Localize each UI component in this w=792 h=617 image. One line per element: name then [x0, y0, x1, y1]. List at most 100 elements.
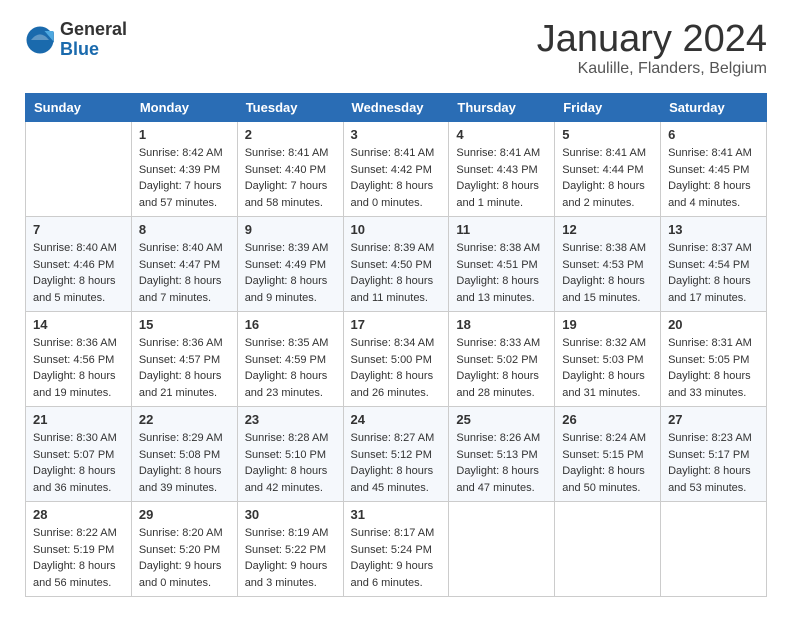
- header: General Blue January 2024 Kaulille, Flan…: [25, 20, 767, 78]
- month-title: January 2024: [537, 20, 767, 58]
- day-info: Sunrise: 8:28 AMSunset: 5:10 PMDaylight:…: [245, 430, 336, 496]
- calendar-cell: 19Sunrise: 8:32 AMSunset: 5:03 PMDayligh…: [555, 312, 661, 407]
- day-number: 23: [245, 412, 336, 427]
- day-number: 31: [351, 507, 442, 522]
- week-row-5: 28Sunrise: 8:22 AMSunset: 5:19 PMDayligh…: [26, 502, 767, 597]
- day-info: Sunrise: 8:36 AMSunset: 4:56 PMDaylight:…: [33, 335, 124, 401]
- day-number: 5: [562, 127, 653, 142]
- day-number: 12: [562, 222, 653, 237]
- calendar-cell: 30Sunrise: 8:19 AMSunset: 5:22 PMDayligh…: [237, 502, 343, 597]
- day-info: Sunrise: 8:30 AMSunset: 5:07 PMDaylight:…: [33, 430, 124, 496]
- day-info: Sunrise: 8:20 AMSunset: 5:20 PMDaylight:…: [139, 525, 230, 591]
- location: Kaulille, Flanders, Belgium: [537, 60, 767, 78]
- week-row-4: 21 Sunrise: 8:30 AMSunset: 5:07 PMDayligh…: [26, 407, 767, 502]
- day-number: 1: [139, 127, 230, 142]
- calendar-cell: 7 Sunrise: 8:40 AMSunset: 4:46 PMDaylight…: [26, 217, 132, 312]
- week-row-3: 14 Sunrise: 8:36 AMSunset: 4:56 PMDayligh…: [26, 312, 767, 407]
- day-info: Sunrise: 8:38 AMSunset: 4:51 PMDaylight:…: [456, 240, 547, 306]
- logo-icon: [25, 25, 55, 55]
- calendar-cell: 29Sunrise: 8:20 AMSunset: 5:20 PMDayligh…: [131, 502, 237, 597]
- day-number: 7: [33, 222, 124, 237]
- calendar-cell: 10Sunrise: 8:39 AMSunset: 4:50 PMDayligh…: [343, 217, 449, 312]
- day-info: Sunrise: 8:26 AMSunset: 5:13 PMDaylight:…: [456, 430, 547, 496]
- calendar-cell: 12 Sunrise: 8:38 AMSunset: 4:53 PMDayligh…: [555, 217, 661, 312]
- day-info: Sunrise: 8:27 AMSunset: 5:12 PMDaylight:…: [351, 430, 442, 496]
- logo-blue: Blue: [60, 40, 127, 60]
- calendar-cell: 25 Sunrise: 8:26 AMSunset: 5:13 PMDayligh…: [449, 407, 555, 502]
- day-number: 14: [33, 317, 124, 332]
- calendar-cell: 3 Sunrise: 8:41 AMSunset: 4:42 PMDaylight…: [343, 122, 449, 217]
- calendar-cell: 13 Sunrise: 8:37 AMSunset: 4:54 PMDayligh…: [661, 217, 767, 312]
- day-info: Sunrise: 8:37 AMSunset: 4:54 PMDaylight:…: [668, 240, 759, 306]
- day-info: Sunrise: 8:17 AMSunset: 5:24 PMDaylight:…: [351, 525, 442, 591]
- calendar-cell: 18 Sunrise: 8:33 AMSunset: 5:02 PMDayligh…: [449, 312, 555, 407]
- logo-general: General: [60, 20, 127, 40]
- day-number: 18: [456, 317, 547, 332]
- col-tuesday: Tuesday: [237, 94, 343, 122]
- calendar-cell: 8 Sunrise: 8:40 AMSunset: 4:47 PMDaylight…: [131, 217, 237, 312]
- day-number: 15: [139, 317, 230, 332]
- calendar-cell: 20Sunrise: 8:31 AMSunset: 5:05 PMDayligh…: [661, 312, 767, 407]
- calendar-cell: 21 Sunrise: 8:30 AMSunset: 5:07 PMDayligh…: [26, 407, 132, 502]
- calendar-cell: 6Sunrise: 8:41 AMSunset: 4:45 PMDaylight…: [661, 122, 767, 217]
- calendar-cell: 28Sunrise: 8:22 AMSunset: 5:19 PMDayligh…: [26, 502, 132, 597]
- day-info: Sunrise: 8:39 AMSunset: 4:49 PMDaylight:…: [245, 240, 336, 306]
- day-number: 21: [33, 412, 124, 427]
- day-number: 30: [245, 507, 336, 522]
- logo-text: General Blue: [60, 20, 127, 60]
- header-row: Sunday Monday Tuesday Wednesday Thursday…: [26, 94, 767, 122]
- week-row-2: 7 Sunrise: 8:40 AMSunset: 4:46 PMDaylight…: [26, 217, 767, 312]
- day-info: Sunrise: 8:24 AMSunset: 5:15 PMDaylight:…: [562, 430, 653, 496]
- calendar-cell: 24 Sunrise: 8:27 AMSunset: 5:12 PMDayligh…: [343, 407, 449, 502]
- day-number: 11: [456, 222, 547, 237]
- calendar-cell: 16 Sunrise: 8:35 AMSunset: 4:59 PMDayligh…: [237, 312, 343, 407]
- calendar-cell: 5Sunrise: 8:41 AMSunset: 4:44 PMDaylight…: [555, 122, 661, 217]
- day-info: Sunrise: 8:23 AMSunset: 5:17 PMDaylight:…: [668, 430, 759, 496]
- day-number: 4: [456, 127, 547, 142]
- day-info: Sunrise: 8:38 AMSunset: 4:53 PMDaylight:…: [562, 240, 653, 306]
- calendar-cell: 1Sunrise: 8:42 AMSunset: 4:39 PMDaylight…: [131, 122, 237, 217]
- logo: General Blue: [25, 20, 127, 60]
- col-sunday: Sunday: [26, 94, 132, 122]
- col-monday: Monday: [131, 94, 237, 122]
- day-info: Sunrise: 8:41 AMSunset: 4:42 PMDaylight:…: [351, 145, 442, 211]
- calendar-cell: [555, 502, 661, 597]
- day-info: Sunrise: 8:41 AMSunset: 4:45 PMDaylight:…: [668, 145, 759, 211]
- col-saturday: Saturday: [661, 94, 767, 122]
- calendar-cell: 22 Sunrise: 8:29 AMSunset: 5:08 PMDayligh…: [131, 407, 237, 502]
- day-number: 22: [139, 412, 230, 427]
- col-wednesday: Wednesday: [343, 94, 449, 122]
- calendar-cell: [449, 502, 555, 597]
- calendar-cell: 4Sunrise: 8:41 AMSunset: 4:43 PMDaylight…: [449, 122, 555, 217]
- calendar-cell: 9 Sunrise: 8:39 AMSunset: 4:49 PMDaylight…: [237, 217, 343, 312]
- day-number: 20: [668, 317, 759, 332]
- title-section: January 2024 Kaulille, Flanders, Belgium: [537, 20, 767, 78]
- day-number: 16: [245, 317, 336, 332]
- day-info: Sunrise: 8:40 AMSunset: 4:46 PMDaylight:…: [33, 240, 124, 306]
- day-number: 25: [456, 412, 547, 427]
- day-number: 28: [33, 507, 124, 522]
- day-info: Sunrise: 8:33 AMSunset: 5:02 PMDaylight:…: [456, 335, 547, 401]
- calendar-header: Sunday Monday Tuesday Wednesday Thursday…: [26, 94, 767, 122]
- calendar-body: 1Sunrise: 8:42 AMSunset: 4:39 PMDaylight…: [26, 122, 767, 597]
- day-info: Sunrise: 8:35 AMSunset: 4:59 PMDaylight:…: [245, 335, 336, 401]
- day-number: 24: [351, 412, 442, 427]
- day-info: Sunrise: 8:29 AMSunset: 5:08 PMDaylight:…: [139, 430, 230, 496]
- day-number: 27: [668, 412, 759, 427]
- calendar-cell: 23 Sunrise: 8:28 AMSunset: 5:10 PMDayligh…: [237, 407, 343, 502]
- calendar-cell: 14 Sunrise: 8:36 AMSunset: 4:56 PMDayligh…: [26, 312, 132, 407]
- day-number: 26: [562, 412, 653, 427]
- day-number: 9: [245, 222, 336, 237]
- day-number: 10: [351, 222, 442, 237]
- calendar-cell: 27 Sunrise: 8:23 AMSunset: 5:17 PMDayligh…: [661, 407, 767, 502]
- day-info: Sunrise: 8:41 AMSunset: 4:40 PMDaylight:…: [245, 145, 336, 211]
- day-info: Sunrise: 8:34 AMSunset: 5:00 PMDaylight:…: [351, 335, 442, 401]
- day-number: 13: [668, 222, 759, 237]
- calendar-cell: 17 Sunrise: 8:34 AMSunset: 5:00 PMDayligh…: [343, 312, 449, 407]
- day-number: 17: [351, 317, 442, 332]
- day-info: Sunrise: 8:40 AMSunset: 4:47 PMDaylight:…: [139, 240, 230, 306]
- day-info: Sunrise: 8:36 AMSunset: 4:57 PMDaylight:…: [139, 335, 230, 401]
- day-number: 3: [351, 127, 442, 142]
- day-number: 8: [139, 222, 230, 237]
- calendar-cell: 15 Sunrise: 8:36 AMSunset: 4:57 PMDayligh…: [131, 312, 237, 407]
